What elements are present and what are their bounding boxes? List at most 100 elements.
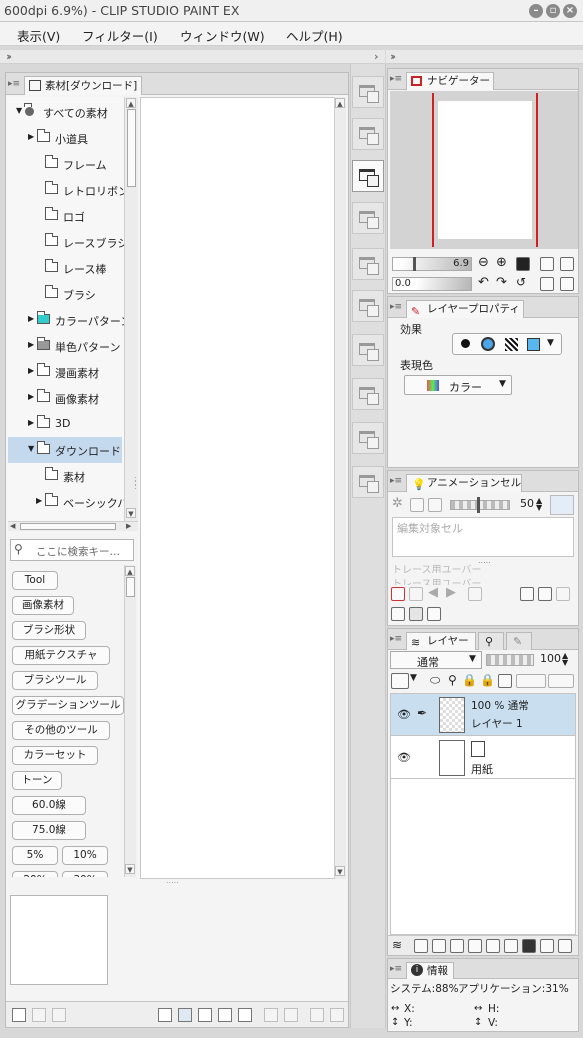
horizontal-splitter[interactable]: .....	[166, 877, 182, 885]
tree-hscroll[interactable]: ◀ ▶	[8, 521, 138, 531]
expand-arrow-icon[interactable]: ▶	[28, 314, 34, 323]
effect-dropdown-icon[interactable]: ▼	[547, 338, 554, 348]
tree-item[interactable]: ▶ ベーシックパ	[8, 489, 128, 515]
tag-button[interactable]: その他のツール	[12, 721, 110, 740]
collapse-right-icon[interactable]: ›	[374, 50, 378, 63]
flip-horizontal-icon[interactable]	[540, 277, 554, 291]
expand-arrow-icon[interactable]: ▶	[28, 132, 34, 141]
opacity-stepper[interactable]: ▲ ▼	[536, 497, 542, 512]
material-folder-color-icon[interactable]	[352, 76, 384, 108]
rotate-slider[interactable]: 0.0	[392, 277, 472, 291]
light-table-bulb-icon[interactable]	[391, 607, 405, 621]
blend-mode-select[interactable]: 通常 ▼	[390, 651, 482, 669]
border-effect-icon[interactable]	[461, 339, 470, 348]
tag-button[interactable]: ブラシ形状	[12, 621, 86, 640]
layer-row-1[interactable]: 👁 ✒ 100 % 通常 レイヤー 1	[391, 694, 575, 736]
material-property-icon[interactable]	[284, 1008, 298, 1022]
expression-select[interactable]: カラー ▼	[404, 375, 512, 395]
light-table-toggle-icon[interactable]	[410, 498, 424, 512]
tree-hscroll-thumb[interactable]	[20, 523, 116, 530]
light-table-icon-3[interactable]	[427, 607, 441, 621]
lock-layer-icon[interactable]: 🔒	[462, 673, 477, 687]
reference-layer-icon[interactable]: ⚲	[448, 673, 457, 687]
visibility-eye-icon[interactable]: 👁	[397, 708, 411, 721]
tree-item[interactable]: フレーム	[8, 151, 122, 177]
reset-rotation-icon[interactable]: ↺	[516, 275, 526, 289]
material-folder-frame-icon[interactable]	[352, 334, 384, 366]
tree-item[interactable]: レースブラシ	[8, 229, 128, 255]
tag-button[interactable]: Tool	[12, 571, 58, 590]
light-table-icon-2[interactable]	[409, 607, 423, 621]
menu-view[interactable]: 表示(V)	[17, 26, 60, 45]
tree-vscroll[interactable]: ▲ ▼	[124, 97, 138, 521]
ruler-display-icon[interactable]	[516, 674, 546, 688]
cell-tool-icon-5[interactable]	[468, 587, 482, 601]
layer-menu-icon[interactable]: ▸≡	[390, 633, 402, 645]
trash-icon[interactable]	[330, 1008, 344, 1022]
tab-layer-search[interactable]: ⚲	[478, 632, 504, 650]
tag-button[interactable]: 30%	[62, 871, 108, 877]
menu-filter[interactable]: フィルター(I)	[82, 26, 158, 45]
material-folder-figure-icon[interactable]	[352, 466, 384, 498]
cell-tool-icon-7[interactable]	[538, 587, 552, 601]
navigator-preview[interactable]	[390, 91, 578, 249]
add-folder-icon[interactable]	[32, 1008, 46, 1022]
tag-button[interactable]: 20%	[12, 871, 58, 877]
rotate-left-icon[interactable]: ↶	[478, 275, 489, 290]
transfer-layer-icon[interactable]	[468, 939, 482, 953]
material-folder-text-icon[interactable]	[352, 378, 384, 410]
material-folder-tone-icon[interactable]	[352, 202, 384, 234]
checkbox-icon[interactable]	[158, 1008, 172, 1022]
lock-transparent-icon[interactable]: 🔒	[480, 673, 495, 687]
tree-item[interactable]: ▶ 画像素材	[8, 385, 122, 411]
tag-button[interactable]: ブラシツール	[12, 671, 98, 690]
tag-button[interactable]: 75.0線	[12, 821, 86, 840]
scroll-down-arrow-icon[interactable]: ▼	[126, 508, 136, 518]
tree-item[interactable]: ブラシ	[8, 281, 122, 307]
watercolor-border-icon[interactable]	[481, 337, 495, 351]
zoom-slider[interactable]: 6.9	[392, 257, 472, 271]
next-cell-icon[interactable]: ▶	[446, 585, 456, 600]
tag-scroll-thumb[interactable]	[126, 577, 135, 597]
zoom-slider-handle[interactable]	[413, 257, 416, 271]
panel-menu-icon[interactable]: ▸≡	[8, 78, 20, 90]
rotate-right-icon[interactable]: ↷	[496, 275, 507, 290]
scroll-right-arrow-icon[interactable]: ▶	[126, 522, 131, 530]
pen-edit-icon[interactable]: ✒	[417, 706, 427, 720]
material-folder-3d-icon[interactable]	[352, 422, 384, 454]
grid-large-icon[interactable]	[198, 1008, 212, 1022]
tab-layer[interactable]: ≋ レイヤー	[406, 632, 476, 650]
tree-item[interactable]: ▶ 3D	[8, 411, 122, 437]
navigator-menu-icon[interactable]: ▸≡	[390, 73, 402, 85]
tree-item[interactable]: ▶ 漫画素材	[8, 359, 122, 385]
tree-scroll-thumb[interactable]	[127, 109, 136, 187]
expand-arrow-icon[interactable]: ▶	[28, 340, 34, 349]
collapse-arrow-icon[interactable]: ▼	[28, 444, 34, 453]
list-scroll-up-arrow-icon[interactable]: ▲	[335, 98, 345, 108]
tree-item[interactable]: レース棒	[8, 255, 122, 281]
mask-icon[interactable]	[498, 674, 512, 688]
tree-item[interactable]: ▶ 単色パターン	[8, 333, 122, 359]
combine-icon[interactable]	[504, 939, 518, 953]
material-folder-effect-icon[interactable]	[352, 290, 384, 322]
layer-opacity-slider[interactable]	[486, 654, 534, 666]
tab-navigator[interactable]: ナビゲーター	[406, 72, 494, 90]
actual-size-icon[interactable]	[516, 257, 530, 271]
tag-vscroll[interactable]: ▲ ▼	[124, 565, 136, 877]
draft-layer-icon[interactable]	[548, 674, 574, 688]
menu-window[interactable]: ウィンドウ(W)	[180, 26, 265, 45]
apply-mask-icon[interactable]	[540, 939, 554, 953]
previous-cell-icon[interactable]: ◀	[428, 585, 438, 600]
expand-arrow-icon[interactable]: ▶	[28, 418, 34, 427]
tab-layer-property[interactable]: ✎ レイヤープロパティ	[406, 300, 524, 318]
tree-item[interactable]: ▶ カラーパターン	[8, 307, 131, 333]
scroll-up-arrow-icon[interactable]: ▲	[126, 98, 136, 108]
tab-info[interactable]: i 情報	[406, 962, 454, 979]
zoom-out-icon[interactable]: ⊖	[478, 255, 489, 270]
search-input[interactable]: ここに検索キー…	[36, 544, 120, 559]
fit-to-screen-icon[interactable]	[540, 257, 554, 271]
tab-layer-property-2[interactable]: ✎	[506, 632, 532, 650]
tag-button[interactable]: 5%	[12, 846, 58, 865]
tab-material-download[interactable]: 素材[ダウンロード]	[24, 76, 142, 95]
new-folder-layer-icon[interactable]	[450, 939, 464, 953]
